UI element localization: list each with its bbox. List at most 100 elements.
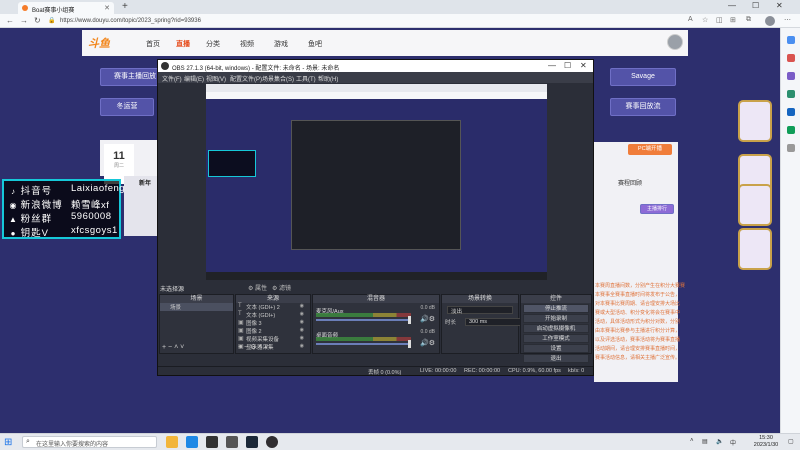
more-menu-icon[interactable]: ⋯	[784, 16, 791, 24]
office-icon[interactable]	[787, 108, 795, 116]
transition-type-row: 淡出	[445, 306, 515, 315]
nav-category[interactable]: 分类	[206, 39, 220, 49]
side-widget-3[interactable]	[738, 184, 772, 226]
studio-mode-button[interactable]: 工作室模式	[523, 334, 589, 343]
menu-scene-collection[interactable]: 场景集合(S)	[262, 74, 294, 83]
back-icon[interactable]: ←	[6, 16, 14, 25]
outlook-icon[interactable]	[787, 126, 795, 134]
nav-games[interactable]: 游戏	[274, 39, 288, 49]
app-icon[interactable]	[226, 436, 238, 448]
nav-video[interactable]: 视频	[240, 39, 254, 49]
properties-button[interactable]: ⚙ 属性	[248, 283, 267, 292]
speaker-gear-icon[interactable]: 🔊⚙	[420, 315, 435, 323]
volume-slider-handle[interactable]	[408, 340, 411, 348]
extensions-icon[interactable]: ⧉	[746, 16, 751, 24]
eye-icon[interactable]: ◉	[300, 335, 304, 341]
site-logo[interactable]: 斗鱼	[88, 35, 110, 51]
url-field[interactable]: https://www.douyu.com/topic/2023_spring?…	[60, 18, 201, 24]
volume-slider-handle[interactable]	[408, 316, 411, 324]
source-item[interactable]: ▣ 图像 3 ◉	[236, 319, 310, 327]
shopping-icon[interactable]	[787, 54, 795, 62]
favorites-star-icon[interactable]: ☆	[702, 16, 708, 24]
source-item[interactable]: ▣ 图像 2 ◉	[236, 327, 310, 335]
info-key: 钥匙V	[20, 228, 49, 239]
pc-live-button[interactable]: PC端开播	[628, 144, 672, 155]
forward-icon[interactable]: →	[20, 16, 28, 25]
menu-edit[interactable]: 编辑(E)	[184, 74, 204, 83]
side-widget-4[interactable]	[738, 228, 772, 270]
close-button[interactable]: ✕	[776, 1, 783, 10]
eye-icon[interactable]: ◉	[300, 311, 304, 317]
nav-fishbar[interactable]: 鱼吧	[308, 39, 322, 49]
source-item[interactable]: T 文本 (GDI+) ◉	[236, 311, 310, 319]
add-icon[interactable]	[787, 144, 795, 152]
menu-help[interactable]: 帮助(H)	[318, 74, 338, 83]
savage-button[interactable]: Savage	[610, 68, 676, 86]
group-stage-button[interactable]: 冬运营	[100, 98, 154, 116]
site-favicon-icon	[22, 5, 28, 11]
minimize-button[interactable]: —	[728, 1, 736, 10]
obs-preview[interactable]	[206, 84, 547, 280]
search-icon[interactable]	[787, 36, 795, 44]
eye-icon[interactable]: ◉	[300, 303, 304, 309]
menu-profile[interactable]: 配置文件(P)	[230, 74, 262, 83]
edge-icon[interactable]	[186, 436, 198, 448]
volume-slider[interactable]	[316, 343, 411, 345]
profile-avatar[interactable]	[765, 16, 775, 26]
tools-icon[interactable]	[787, 72, 795, 80]
volume-slider[interactable]	[316, 319, 411, 321]
eye-icon[interactable]: ◉	[300, 319, 304, 325]
terminal-icon[interactable]	[206, 436, 218, 448]
filters-button[interactable]: ⚙ 滤镜	[272, 283, 291, 292]
ime-language[interactable]: 中	[730, 438, 736, 447]
rank-button[interactable]: 主播排行	[640, 204, 674, 214]
new-tab-button[interactable]: +	[122, 1, 128, 12]
speaker-gear-icon[interactable]: 🔊⚙	[420, 339, 435, 347]
split-screen-icon[interactable]: ◫	[716, 16, 723, 24]
rule-line: 本赛周直播间数，分别产生在积分大赛赛	[595, 283, 686, 289]
read-aloud-icon[interactable]: A	[688, 16, 693, 23]
nav-live[interactable]: 直播	[176, 39, 190, 49]
menu-tools[interactable]: 工具(T)	[296, 74, 316, 83]
obs-close-button[interactable]: ✕	[580, 61, 587, 70]
menu-view[interactable]: 视图(V)	[206, 74, 226, 83]
site-user-avatar[interactable]	[667, 34, 683, 50]
windows-start-icon[interactable]: ⊞	[4, 437, 12, 448]
source-item[interactable]: ▣ 视频采集设备 ◉	[236, 335, 310, 343]
stop-stream-button[interactable]: 停止推流	[523, 304, 589, 313]
browser-tab[interactable]: Boat赛事小组赛 ✕	[18, 2, 114, 14]
games-icon[interactable]	[787, 90, 795, 98]
taskbar-clock[interactable]: 15:30 2023/1/30	[749, 435, 783, 449]
start-recording-button[interactable]: 开始录制	[523, 314, 589, 323]
scene-item[interactable]: 场景	[160, 303, 233, 311]
menu-file[interactable]: 文件(F)	[162, 74, 182, 83]
notification-icon[interactable]: ▢	[788, 438, 794, 445]
source-tools[interactable]: + − ⚙ ˄ ˅	[238, 343, 268, 351]
settings-button[interactable]: 设置	[523, 344, 589, 353]
taskbar-search[interactable]: ⌕ 在这里输入你要搜索的内容	[22, 436, 157, 448]
maximize-button[interactable]: ☐	[752, 1, 759, 10]
obs-taskbar-icon[interactable]	[266, 436, 278, 448]
nav-home[interactable]: 首页	[146, 39, 160, 49]
tray-chevron-icon[interactable]: ˄	[690, 438, 694, 444]
transition-select[interactable]: 淡出	[447, 306, 513, 315]
source-item[interactable]: T 文本 (GDI+) 2 ◉	[236, 303, 310, 311]
obs-status-bar: 丢帧 0 (0.0%) LIVE: 00:00:00 REC: 00:00:00…	[158, 366, 593, 376]
event-flow-button[interactable]: 赛事回放流	[610, 98, 676, 116]
refresh-icon[interactable]: ↻	[34, 16, 41, 25]
steam-icon[interactable]	[246, 436, 258, 448]
eye-icon[interactable]: ◉	[300, 343, 304, 349]
volume-icon[interactable]: 🔈	[716, 438, 723, 445]
network-icon[interactable]: ▤	[702, 438, 708, 445]
duration-input[interactable]: 300 ms	[465, 318, 525, 326]
side-widget-1[interactable]	[738, 100, 772, 142]
obs-minimize-button[interactable]: —	[548, 61, 556, 70]
tab-close-icon[interactable]: ✕	[104, 4, 110, 12]
scene-tools[interactable]: + − ˄ ˅	[162, 344, 184, 351]
exit-button[interactable]: 退出	[523, 354, 589, 363]
eye-icon[interactable]: ◉	[300, 327, 304, 333]
collections-icon[interactable]: ⊞	[730, 16, 736, 24]
obs-maximize-button[interactable]: ☐	[564, 61, 571, 70]
virtual-camera-button[interactable]: 启动虚拟摄像机	[523, 324, 589, 333]
file-explorer-icon[interactable]	[166, 436, 178, 448]
